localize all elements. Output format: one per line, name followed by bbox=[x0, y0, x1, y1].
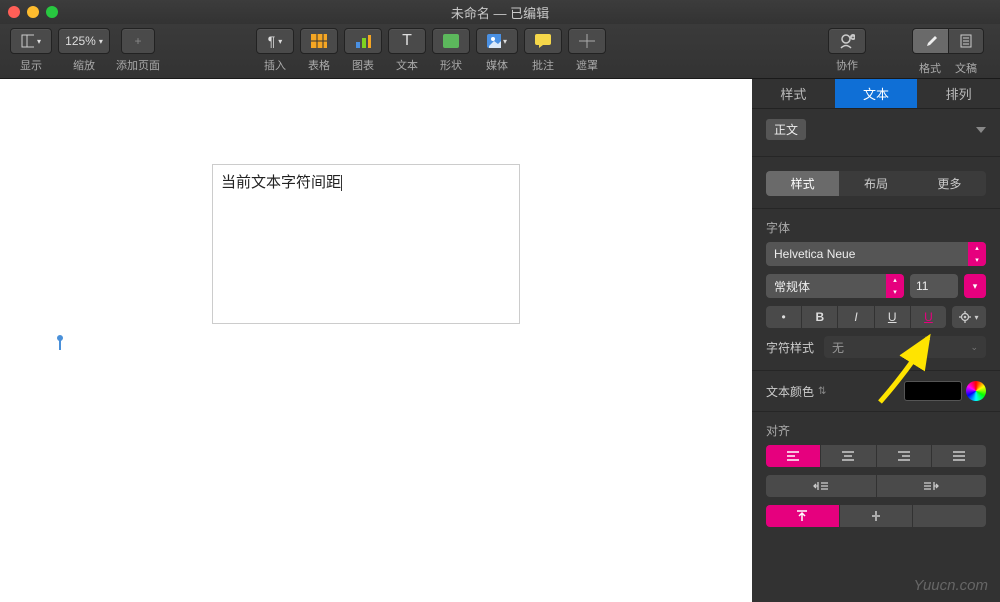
collab-icon: + bbox=[839, 33, 855, 49]
updown-icon[interactable]: ⇅ bbox=[818, 386, 826, 397]
mask-button[interactable] bbox=[568, 28, 606, 54]
shape-label: 形状 bbox=[440, 57, 462, 73]
document-canvas[interactable]: 当前文本字符间距 bbox=[0, 79, 752, 602]
char-style-select[interactable]: 无 ⌄ bbox=[824, 336, 986, 358]
media-button[interactable]: ▾ bbox=[476, 28, 518, 54]
view-icon bbox=[21, 34, 34, 48]
comment-label: 批注 bbox=[532, 57, 554, 73]
subtab-style[interactable]: 样式 bbox=[766, 171, 839, 196]
outdent-button[interactable] bbox=[766, 475, 876, 497]
media-label: 媒体 bbox=[486, 57, 508, 73]
document-icon bbox=[959, 34, 973, 48]
inspector-panel: 样式 文本 排列 正文 样式 布局 更多 字体 Helvetica Neue ▴… bbox=[752, 79, 1000, 602]
zoom-label: 缩放 bbox=[73, 57, 95, 73]
comment-icon bbox=[535, 34, 551, 48]
document-label: 文稿 bbox=[955, 60, 977, 76]
align-justify-button[interactable] bbox=[932, 445, 986, 467]
font-size-stepper[interactable]: ▾ bbox=[964, 274, 986, 298]
insertion-cursor bbox=[55, 335, 65, 345]
font-section-label: 字体 bbox=[766, 219, 986, 236]
inspector-tabs: 样式 文本 排列 bbox=[752, 79, 1000, 109]
gear-icon bbox=[959, 310, 973, 324]
format-button[interactable] bbox=[912, 28, 948, 54]
comment-button[interactable] bbox=[524, 28, 562, 54]
subtab-more[interactable]: 更多 bbox=[913, 171, 986, 196]
align-right-button[interactable] bbox=[877, 445, 931, 467]
mask-icon bbox=[579, 34, 595, 48]
minimize-window-button[interactable] bbox=[27, 6, 39, 18]
chart-button[interactable] bbox=[344, 28, 382, 54]
valign-bottom-button[interactable] bbox=[913, 505, 986, 527]
format-label: 格式 bbox=[919, 60, 941, 76]
text-color-well[interactable] bbox=[904, 381, 962, 401]
view-label: 显示 bbox=[20, 57, 42, 73]
char-style-label: 字符样式 bbox=[766, 339, 814, 356]
chart-label: 图表 bbox=[352, 57, 374, 73]
text-subtabs: 样式 布局 更多 bbox=[766, 171, 986, 196]
chart-icon bbox=[355, 34, 371, 48]
subtab-layout[interactable]: 布局 bbox=[839, 171, 912, 196]
align-label: 对齐 bbox=[766, 422, 986, 439]
italic-button[interactable]: I bbox=[838, 306, 873, 328]
underline-button[interactable]: U bbox=[875, 306, 910, 328]
media-icon bbox=[487, 34, 501, 48]
document-button[interactable] bbox=[948, 28, 984, 54]
chevron-down-icon[interactable] bbox=[976, 127, 986, 133]
text-label: 文本 bbox=[396, 57, 418, 73]
tab-text[interactable]: 文本 bbox=[835, 79, 918, 108]
table-label: 表格 bbox=[308, 57, 330, 73]
add-page-button[interactable]: + bbox=[121, 28, 155, 54]
font-size-input[interactable]: 11 bbox=[910, 274, 958, 298]
titlebar: 未命名 — 已编辑 bbox=[0, 0, 1000, 24]
fullscreen-window-button[interactable] bbox=[46, 6, 58, 18]
tab-style[interactable]: 样式 bbox=[752, 79, 835, 108]
collab-button[interactable]: + bbox=[828, 28, 866, 54]
font-family-stepper[interactable]: ▴▾ bbox=[968, 242, 986, 266]
view-button[interactable]: ▾ bbox=[10, 28, 52, 54]
valign-top-button[interactable] bbox=[766, 505, 839, 527]
text-box[interactable]: 当前文本字符间距 bbox=[212, 164, 520, 324]
brush-icon bbox=[923, 34, 938, 48]
text-content: 当前文本字符间距 bbox=[221, 174, 341, 191]
tab-arrange[interactable]: 排列 bbox=[917, 79, 1000, 108]
bold-button[interactable]: B bbox=[802, 306, 837, 328]
zoom-button[interactable]: 125%▾ bbox=[58, 28, 110, 54]
watermark: Yuucn.com bbox=[914, 577, 988, 594]
color-wheel-button[interactable] bbox=[966, 381, 986, 401]
collab-label: 协作 bbox=[836, 57, 858, 73]
text-color-swatch-button[interactable]: • bbox=[766, 306, 801, 328]
strike-button[interactable]: U bbox=[911, 306, 946, 328]
shape-button[interactable] bbox=[432, 28, 470, 54]
svg-text:+: + bbox=[852, 35, 855, 41]
insert-label: 插入 bbox=[264, 57, 286, 73]
advanced-options-button[interactable]: ▾ bbox=[952, 306, 986, 328]
shape-icon bbox=[443, 34, 459, 48]
table-button[interactable] bbox=[300, 28, 338, 54]
mask-label: 遮罩 bbox=[576, 57, 598, 73]
insert-button[interactable]: ¶▾ bbox=[256, 28, 294, 54]
paragraph-style-select[interactable]: 正文 bbox=[766, 119, 806, 140]
font-family-select[interactable]: Helvetica Neue ▴▾ bbox=[766, 242, 986, 266]
table-icon bbox=[311, 34, 327, 48]
align-left-button[interactable] bbox=[766, 445, 820, 467]
add-page-label: 添加页面 bbox=[116, 57, 160, 73]
valign-middle-button[interactable] bbox=[840, 505, 913, 527]
text-button[interactable]: T bbox=[388, 28, 426, 54]
text-color-label: 文本颜色 bbox=[766, 383, 814, 400]
font-weight-stepper[interactable]: ▴▾ bbox=[886, 274, 904, 298]
window-controls bbox=[8, 6, 58, 18]
toolbar: ▾ 显示 125%▾ 缩放 + 添加页面 ¶▾ 插入 表格 图表 T 文本 形状 bbox=[0, 24, 1000, 79]
window-title: 未命名 — 已编辑 bbox=[451, 3, 549, 22]
close-window-button[interactable] bbox=[8, 6, 20, 18]
align-center-button[interactable] bbox=[821, 445, 875, 467]
font-weight-select[interactable]: 常规体 ▴▾ bbox=[766, 274, 904, 298]
indent-button[interactable] bbox=[877, 475, 987, 497]
